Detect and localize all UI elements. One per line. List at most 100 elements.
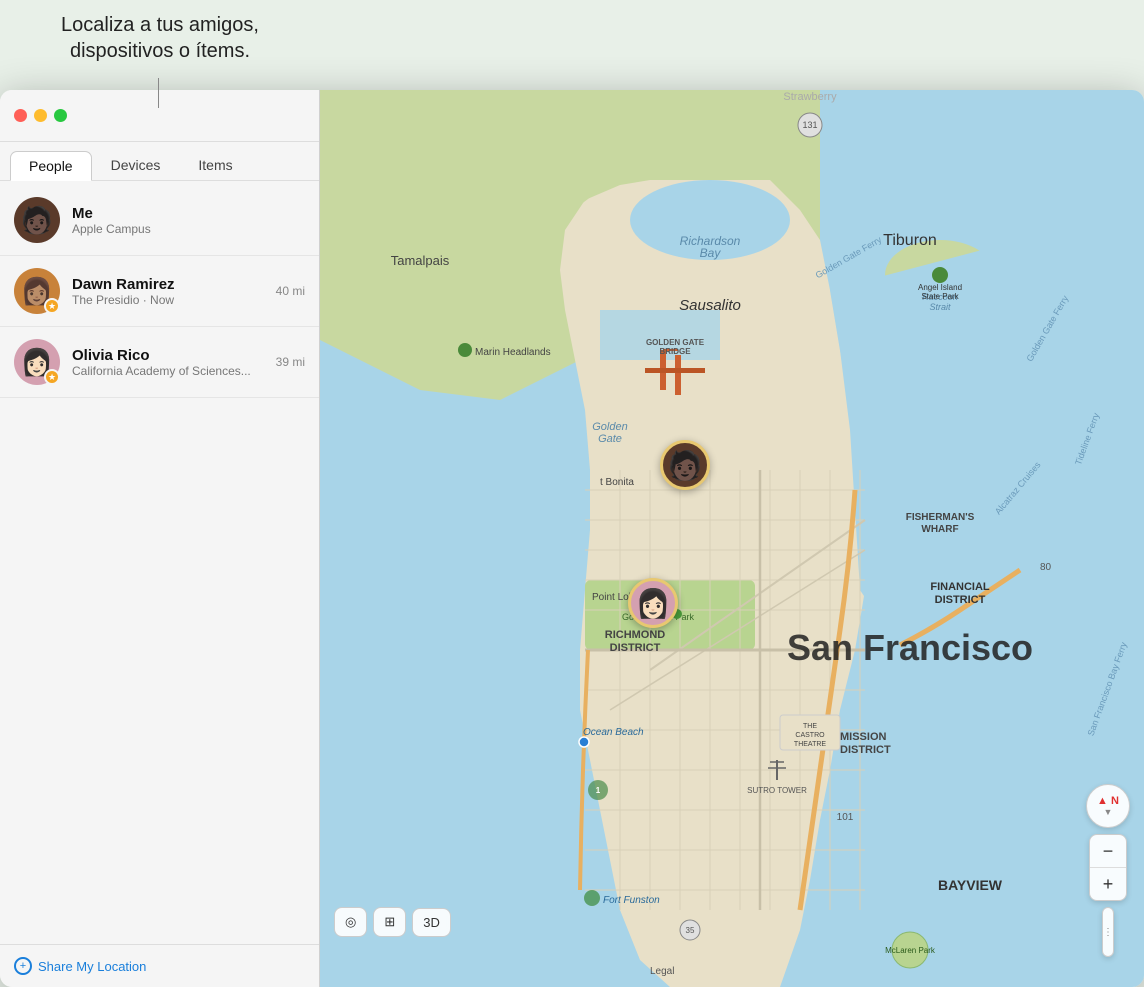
svg-text:SUTRO TOWER: SUTRO TOWER	[747, 786, 807, 795]
svg-text:131: 131	[802, 120, 817, 130]
tab-items[interactable]: Items	[179, 150, 251, 180]
sidebar: People Devices Items 🧑🏿 Me Apple Campus …	[0, 90, 320, 987]
map-svg: 101 80 1 35 131 GOLDEN GATE BRIDGE	[320, 90, 1144, 987]
person-info-dawn: Dawn Ramirez The Presidio · Now	[72, 276, 264, 307]
svg-text:FISHERMAN'S: FISHERMAN'S	[906, 512, 975, 523]
close-button[interactable]	[14, 109, 27, 122]
list-item-me[interactable]: 🧑🏿 Me Apple Campus	[0, 185, 319, 256]
share-icon: +	[14, 957, 32, 975]
compass-s: ▼	[1104, 807, 1113, 817]
map-pin-dawn[interactable]: 👩🏻	[628, 578, 678, 628]
person-location-me: Apple Campus	[72, 222, 305, 236]
title-bar	[0, 90, 319, 142]
person-location-olivia: California Academy of Sciences...	[72, 364, 264, 378]
svg-text:Ocean Beach: Ocean Beach	[583, 727, 644, 738]
maximize-button[interactable]	[54, 109, 67, 122]
three-d-button[interactable]: 3D	[412, 908, 451, 937]
tooltip-line1: Localiza a tus amigos,	[61, 14, 259, 36]
person-list: 🧑🏿 Me Apple Campus 👩🏽 ★ Dawn Ramirez The…	[0, 181, 319, 944]
badge-dawn: ★	[44, 298, 60, 314]
map-legal[interactable]: Legal	[650, 966, 674, 977]
share-location-label: Share My Location	[38, 959, 146, 974]
traffic-lights	[14, 109, 67, 122]
three-d-label: 3D	[423, 915, 440, 930]
svg-text:BAYVIEW: BAYVIEW	[938, 877, 1003, 893]
person-name-me: Me	[72, 205, 305, 222]
svg-text:Golden: Golden	[592, 421, 627, 433]
slider-handle[interactable]: ⋮	[1102, 907, 1114, 957]
compass-button[interactable]: ▲ N ▼	[1086, 784, 1130, 828]
tooltip-text: Localiza a tus amigos, dispositivos o ít…	[20, 12, 300, 64]
svg-text:McLaren Park: McLaren Park	[885, 946, 936, 955]
map-pin-circle-me: 🧑🏿	[660, 440, 710, 490]
svg-text:DISTRICT: DISTRICT	[610, 642, 661, 654]
person-info-me: Me Apple Campus	[72, 205, 305, 236]
svg-text:Bay: Bay	[700, 246, 722, 260]
svg-text:80: 80	[1040, 562, 1052, 573]
tooltip-line2: dispositivos o ítems.	[70, 40, 250, 62]
share-location-button[interactable]: + Share My Location	[0, 944, 319, 987]
svg-text:WHARF: WHARF	[921, 524, 958, 535]
svg-text:Gate: Gate	[598, 433, 622, 445]
svg-text:FINANCIAL: FINANCIAL	[930, 581, 990, 593]
svg-text:MISSION: MISSION	[840, 731, 887, 743]
svg-text:35: 35	[686, 926, 695, 935]
svg-text:Fort Funston: Fort Funston	[603, 895, 660, 906]
svg-text:San Francisco: San Francisco	[787, 627, 1033, 668]
svg-text:BRIDGE: BRIDGE	[659, 347, 691, 356]
map-controls-bottom-left: ◎ ⊞ 3D	[334, 907, 451, 937]
map-icon: ⊞	[384, 914, 395, 930]
svg-text:THEATRE: THEATRE	[794, 741, 826, 748]
badge-olivia: ★	[44, 369, 60, 385]
svg-text:Sausalito: Sausalito	[679, 297, 741, 314]
svg-text:THE: THE	[803, 723, 817, 730]
person-distance-olivia: 39 mi	[276, 355, 305, 369]
map-area: 101 80 1 35 131 GOLDEN GATE BRIDGE	[320, 90, 1144, 987]
svg-text:Angel Island: Angel Island	[918, 283, 962, 292]
minimize-button[interactable]	[34, 109, 47, 122]
person-name-dawn: Dawn Ramirez	[72, 276, 264, 293]
list-item-dawn[interactable]: 👩🏽 ★ Dawn Ramirez The Presidio · Now 40 …	[0, 256, 319, 327]
svg-text:DISTRICT: DISTRICT	[935, 594, 986, 606]
person-location-dawn: The Presidio · Now	[72, 293, 264, 307]
map-controls-bottom-right: ▲ N ▼ − + ⋮	[1086, 784, 1130, 957]
map-style-button[interactable]: ⊞	[373, 907, 406, 937]
person-name-olivia: Olivia Rico	[72, 347, 264, 364]
location-button[interactable]: ◎	[334, 907, 367, 937]
slider-icon: ⋮	[1103, 927, 1113, 938]
svg-text:Strait: Strait	[929, 302, 951, 312]
zoom-out-button[interactable]: −	[1090, 835, 1126, 867]
legal-text: Legal	[650, 966, 674, 977]
person-info-olivia: Olivia Rico California Academy of Scienc…	[72, 347, 264, 378]
tab-devices[interactable]: Devices	[92, 150, 180, 180]
list-item-olivia[interactable]: 👩🏻 ★ Olivia Rico California Academy of S…	[0, 327, 319, 398]
zoom-controls: − +	[1089, 834, 1127, 901]
svg-text:CASTRO: CASTRO	[795, 732, 825, 739]
avatar-wrap-olivia: 👩🏻 ★	[14, 339, 60, 385]
person-distance-dawn: 40 mi	[276, 284, 305, 298]
tooltip-area: Localiza a tus amigos, dispositivos o ít…	[0, 0, 320, 72]
svg-text:Marin Headlands: Marin Headlands	[475, 347, 551, 358]
svg-text:Strawberry: Strawberry	[783, 91, 837, 103]
svg-text:GOLDEN GATE: GOLDEN GATE	[646, 338, 705, 347]
main-window: People Devices Items 🧑🏿 Me Apple Campus …	[0, 90, 1144, 987]
svg-text:101: 101	[837, 812, 854, 823]
compass-n: ▲ N	[1097, 795, 1119, 807]
map-pin-circle-dawn: 👩🏻	[628, 578, 678, 628]
tabs-bar: People Devices Items	[0, 142, 319, 181]
zoom-in-button[interactable]: +	[1090, 868, 1126, 900]
svg-text:DISTRICT: DISTRICT	[840, 744, 891, 756]
svg-text:Tamalpais: Tamalpais	[391, 253, 450, 268]
svg-text:State Park: State Park	[921, 292, 959, 301]
tab-people[interactable]: People	[10, 151, 92, 181]
svg-text:1: 1	[596, 786, 601, 795]
avatar-wrap-dawn: 👩🏽 ★	[14, 268, 60, 314]
svg-text:RICHMOND: RICHMOND	[605, 629, 666, 641]
location-icon: ◎	[345, 914, 356, 930]
svg-text:t Bonita: t Bonita	[600, 477, 634, 488]
tooltip-line	[158, 78, 159, 108]
map-pin-me[interactable]: 🧑🏿	[660, 440, 710, 490]
avatar-me: 🧑🏿	[14, 197, 60, 243]
svg-text:Tiburon: Tiburon	[883, 232, 937, 249]
avatar-wrap-me: 🧑🏿	[14, 197, 60, 243]
